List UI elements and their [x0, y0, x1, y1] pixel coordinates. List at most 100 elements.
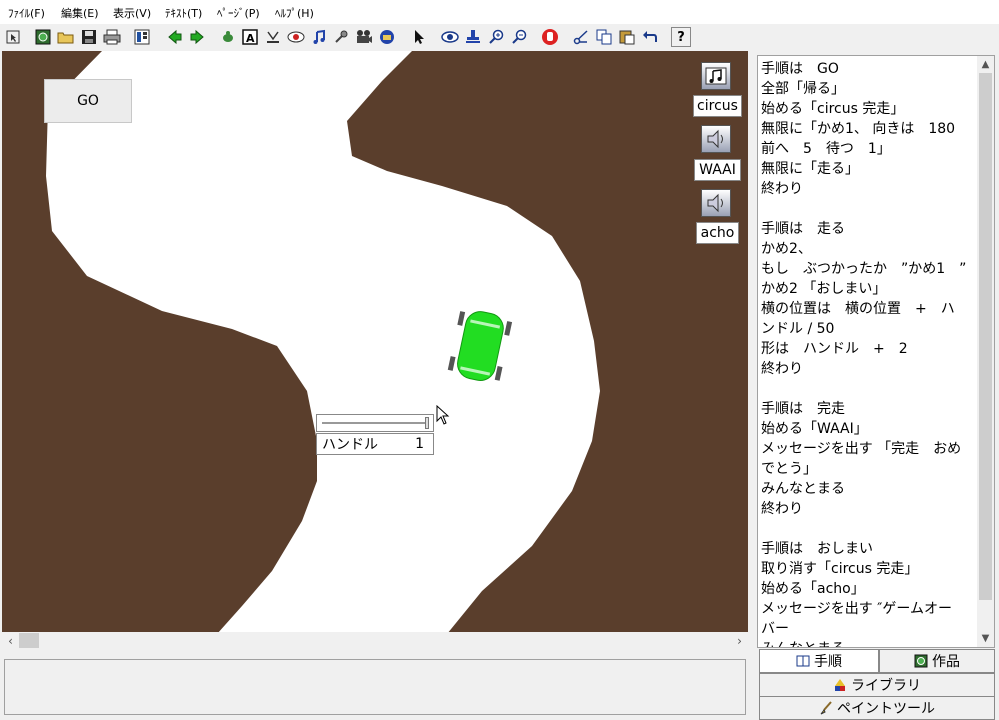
print-icon[interactable]	[102, 27, 122, 47]
zoom-in-icon[interactable]	[486, 27, 506, 47]
menu-bar: ﾌｧｲﾙ(F) 編集(E) 表示(V) ﾃｷｽﾄ(T) ﾍﾟｰｼﾞ(P) ﾍﾙﾌ…	[0, 0, 999, 24]
book-icon	[796, 655, 810, 667]
film-camera-icon[interactable]	[354, 27, 374, 47]
menu-page[interactable]: ﾍﾟｰｼﾞ(P)	[217, 5, 260, 21]
script-line	[761, 199, 973, 219]
script-line: ンドル / 50	[761, 321, 835, 337]
script-line: メッセージを出す 「完走 おめ	[761, 441, 962, 457]
script-line	[761, 519, 973, 539]
script-line: 始める「WAAI」	[761, 421, 868, 437]
script-line: 手順は 完走	[761, 401, 845, 417]
save-icon[interactable]	[79, 27, 99, 47]
script-line: 始める「circus 完走」	[761, 101, 905, 117]
message-box[interactable]	[4, 659, 746, 715]
tab-procedures-label: 手順	[814, 654, 842, 670]
script-line: 横の位置は 横の位置 + ハ	[761, 301, 955, 317]
script-line: もし ぶつかったか ”かめ1 ”	[761, 261, 967, 277]
handle-slider[interactable]	[316, 414, 434, 432]
scroll-left-icon[interactable]: ‹	[2, 632, 19, 649]
tab-paint-tool[interactable]: ペイントツール	[759, 696, 995, 720]
slider-tool-icon[interactable]	[263, 27, 283, 47]
tab-works-label: 作品	[932, 654, 960, 670]
menu-help[interactable]: ﾍﾙﾌﾟ(H)	[275, 5, 314, 21]
text-box-icon[interactable]: A	[240, 27, 260, 47]
eye-red-icon[interactable]	[286, 27, 306, 47]
script-text[interactable]: 手順は GO 全部「帰る」 始める「circus 完走」 無限に「かめ1、 向きは 1…	[761, 59, 973, 647]
undo-icon[interactable]	[640, 27, 660, 47]
script-line	[761, 379, 973, 399]
arrow-right-icon[interactable]	[187, 27, 207, 47]
script-line: 全部「帰る」	[761, 81, 845, 97]
speaker-button-waai[interactable]	[701, 125, 731, 153]
script-line: 前へ 5 待つ 1」	[761, 141, 891, 157]
script-line: 手順は おしまい	[761, 541, 873, 557]
speaker-icon	[707, 193, 723, 213]
toolbar: A ?	[0, 24, 999, 50]
car-turtle[interactable]	[445, 308, 515, 388]
tab-paint-tool-label: ペイントツール	[837, 701, 935, 717]
microphone-icon[interactable]	[331, 27, 351, 47]
script-line: バー	[761, 621, 789, 637]
help-glyph: ?	[677, 29, 685, 45]
script-scroll-thumb[interactable]	[979, 73, 992, 600]
music-note-icon[interactable]	[309, 27, 329, 47]
help-icon[interactable]: ?	[671, 27, 691, 47]
eye-icon[interactable]	[440, 27, 460, 47]
script-line: 終わり	[761, 181, 803, 197]
sound-label-acho: acho	[696, 222, 739, 244]
race-track-drawing	[2, 51, 748, 634]
script-line: 無限に「かめ1、 向きは 180	[761, 121, 956, 137]
video-icon[interactable]	[377, 27, 397, 47]
scroll-down-icon[interactable]: ▼	[977, 630, 994, 647]
music-note-icon	[705, 67, 727, 85]
script-line: 始める「acho」	[761, 581, 865, 597]
script-line: 無限に「走る」	[761, 161, 859, 177]
go-button[interactable]: GO	[44, 79, 132, 123]
script-line: メッセージを出す ″ゲームオー	[761, 601, 952, 617]
zoom-out-icon[interactable]	[509, 27, 529, 47]
sound-label-circus: circus	[693, 95, 742, 117]
script-line: みんなとまる	[761, 639, 973, 647]
menu-edit[interactable]: 編集(E)	[61, 5, 99, 21]
slider-thumb[interactable]	[425, 417, 429, 429]
sound-label-waai: WAAI	[694, 159, 741, 181]
script-line: かめ2 「おしまい」	[761, 281, 887, 297]
script-line: 取り消す「circus 完走」	[761, 561, 919, 577]
menu-text[interactable]: ﾃｷｽﾄ(T)	[165, 5, 202, 21]
script-line: でとう」	[761, 461, 817, 477]
scroll-thumb[interactable]	[19, 633, 39, 648]
handle-name: ハンドル	[322, 437, 378, 453]
pointer-mode-icon[interactable]	[3, 27, 23, 47]
copy-icon[interactable]	[594, 27, 614, 47]
stage-canvas[interactable]	[2, 51, 748, 634]
script-vertical-scrollbar[interactable]: ▲ ▼	[977, 56, 994, 647]
page-layout-icon[interactable]	[132, 27, 152, 47]
tab-library-label: ライブラリ	[851, 678, 921, 694]
handle-slider-label: ハンドル 1	[316, 433, 434, 455]
select-arrow-icon[interactable]	[409, 27, 429, 47]
globe-icon[interactable]	[33, 27, 53, 47]
tab-works[interactable]: 作品	[879, 649, 995, 673]
arrow-left-icon[interactable]	[165, 27, 185, 47]
tab-library[interactable]: ライブラリ	[759, 673, 995, 697]
menu-file[interactable]: ﾌｧｲﾙ(F)	[8, 5, 45, 21]
stamp-icon[interactable]	[463, 27, 483, 47]
script-line: 終わり	[761, 501, 803, 517]
mouse-cursor-icon	[436, 405, 450, 425]
speaker-button-acho[interactable]	[701, 189, 731, 217]
script-editor[interactable]: 手順は GO 全部「帰る」 始める「circus 完走」 無限に「かめ1、 向きは 1…	[757, 55, 995, 648]
stage-horizontal-scrollbar[interactable]: ‹ ›	[2, 632, 748, 649]
speaker-icon	[707, 129, 723, 149]
script-line: 手順は 走る	[761, 221, 845, 237]
open-folder-icon[interactable]	[56, 27, 76, 47]
scroll-right-icon[interactable]: ›	[731, 632, 748, 649]
turtle-icon[interactable]	[218, 27, 238, 47]
script-line: 終わり	[761, 361, 803, 377]
scissors-icon[interactable]	[571, 27, 591, 47]
music-sound-button[interactable]	[701, 62, 731, 90]
paste-icon[interactable]	[617, 27, 637, 47]
menu-view[interactable]: 表示(V)	[113, 5, 151, 21]
scroll-up-icon[interactable]: ▲	[977, 56, 994, 73]
tab-procedures[interactable]: 手順	[759, 649, 879, 673]
stop-hand-icon[interactable]	[540, 27, 560, 47]
